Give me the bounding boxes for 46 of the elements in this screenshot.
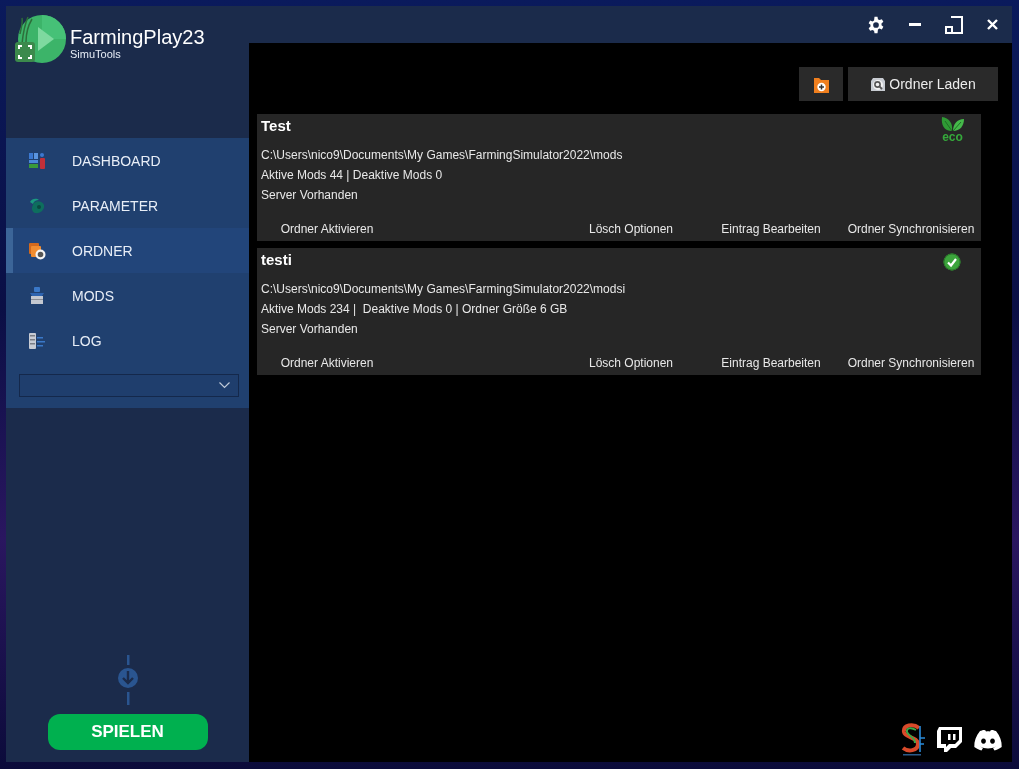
box-icon <box>28 286 46 305</box>
folder-path: C:\Users\nico9\Documents\My Games\FarmingSimulator2022\mods <box>261 147 624 164</box>
play-logo-icon <box>14 14 66 64</box>
check-icon <box>943 253 961 271</box>
settings-icon <box>866 15 885 34</box>
nav-item[interactable]: ORDNER <box>6 228 249 273</box>
app-title: FarmingPlay23 <box>70 26 205 48</box>
folder-plus-icon <box>813 75 829 93</box>
leaf-icon <box>940 116 965 132</box>
action-link[interactable]: Eintrag Bearbeiten <box>721 355 821 371</box>
server-status: Server Vorhanden <box>261 321 359 338</box>
folder-icon <box>28 241 46 260</box>
folder-path: C:\Users\nico9\Documents\My Games\FarmingSimulator2022\modsi <box>261 281 627 298</box>
action-link[interactable]: Ordner Aktivieren <box>280 355 374 371</box>
minimize-icon <box>908 23 921 26</box>
server-status: Server Vorhanden <box>261 187 359 204</box>
list-icon <box>28 331 46 350</box>
speech-bubble-icon[interactable] <box>937 727 962 752</box>
chevron-down-icon <box>219 382 230 389</box>
action-link[interactable]: Lösch Optionen <box>588 355 674 371</box>
nav-item[interactable]: LOG <box>6 318 249 363</box>
app-subtitle: SimuTools <box>70 48 122 61</box>
folder-name: Test <box>261 116 291 136</box>
nav-item[interactable]: PARAMETER <box>6 183 249 228</box>
game-controller-icon[interactable] <box>973 728 1003 751</box>
dropdown-field[interactable] <box>19 374 239 397</box>
load-folder-button[interactable]: Ordner Laden <box>848 67 998 101</box>
action-link[interactable]: Ordner Synchronisieren <box>847 355 975 371</box>
add-folder-button[interactable] <box>799 67 843 101</box>
folder-name: testi <box>261 250 292 270</box>
eco-label: eco <box>942 132 963 143</box>
leaf-icon <box>28 196 46 215</box>
nav-item[interactable]: DASHBOARD <box>6 138 249 183</box>
action-link[interactable]: Lösch Optionen <box>588 221 674 237</box>
s-logo-icon[interactable] <box>899 722 926 757</box>
action-link[interactable]: Ordner Aktivieren <box>280 221 374 237</box>
nav-item[interactable]: MODS <box>6 273 249 318</box>
action-link[interactable]: Ordner Synchronisieren <box>847 221 975 237</box>
close-icon <box>987 19 998 30</box>
action-link[interactable]: Eintrag Bearbeiten <box>721 221 821 237</box>
arrow-down-circle-icon <box>116 655 139 705</box>
bar-blocks-icon <box>28 151 46 170</box>
search-icon <box>870 76 887 92</box>
mod-stats: Aktive Mods 44 | Deaktive Mods 0 <box>261 167 444 184</box>
maximize-icon <box>944 15 963 34</box>
mod-stats: Aktive Mods 234 | Deaktive Mods 0 | Ordner Größe 6 GB <box>261 301 569 318</box>
